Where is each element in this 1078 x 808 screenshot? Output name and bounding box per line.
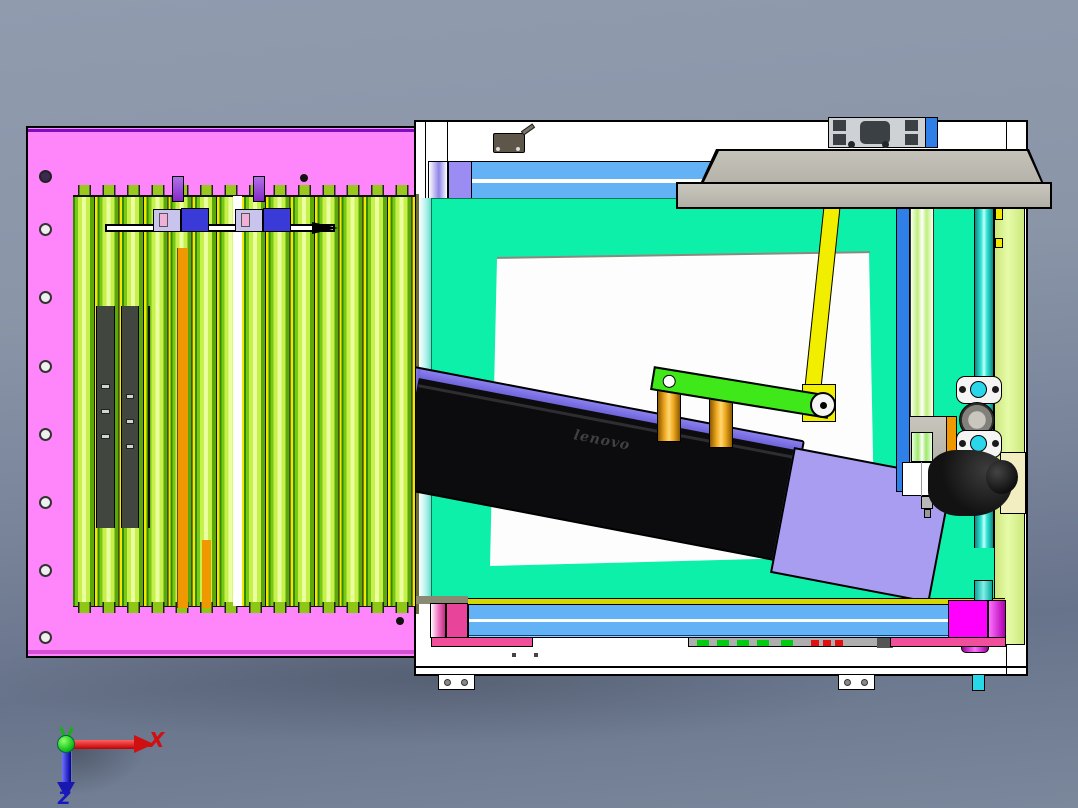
red-led xyxy=(823,640,831,646)
nozzle-divider xyxy=(921,462,922,496)
screw-hole xyxy=(39,170,52,183)
nozzle-tip-end xyxy=(924,509,931,518)
screw-hole xyxy=(39,291,52,304)
extrusion-lug xyxy=(848,141,855,148)
carriage-pink-inner xyxy=(241,213,250,227)
pink-panel-top-edge xyxy=(28,129,414,132)
screw-hole xyxy=(39,631,52,644)
panel-dot xyxy=(300,174,308,182)
z-axis-label: Z xyxy=(58,789,71,808)
screw-hole xyxy=(39,496,52,509)
purple-block xyxy=(448,161,472,201)
slot-fastener xyxy=(101,384,110,389)
foot-bracket xyxy=(438,674,475,690)
screw-hole xyxy=(39,223,52,236)
magenta-gradient xyxy=(988,600,1006,638)
z-axis-shaft xyxy=(62,750,71,782)
carriage-blue xyxy=(263,208,291,232)
speck xyxy=(512,653,516,657)
speck xyxy=(534,653,538,657)
roller-white-gap xyxy=(233,196,242,606)
origin-ball xyxy=(57,735,75,753)
link-hole xyxy=(661,373,677,389)
cyan-peg xyxy=(972,674,985,691)
pale-side-panel xyxy=(994,193,1025,645)
slot-fastener xyxy=(126,444,134,449)
slide-bar xyxy=(105,224,335,232)
orange-strip xyxy=(177,248,188,608)
slot-fastener xyxy=(101,434,110,439)
bottom-blue-bars xyxy=(468,604,950,638)
x-axis-label: X xyxy=(149,728,165,752)
blue-post xyxy=(896,202,910,492)
bearing-screw xyxy=(992,440,999,447)
blade-tip xyxy=(312,222,338,234)
bearing-cyan-bore xyxy=(970,381,987,398)
carriage-pink-inner xyxy=(159,213,168,227)
yellow-tab xyxy=(995,208,1003,220)
green-led xyxy=(757,640,769,646)
cad-viewport: lenovo X Z xyxy=(0,0,1078,808)
extrusion-corner xyxy=(833,134,846,145)
purple-clip xyxy=(253,176,265,202)
dark-slot xyxy=(121,306,139,528)
frame-inner-line-left2 xyxy=(447,122,448,162)
pink-bar xyxy=(890,637,1006,647)
pink-bar xyxy=(431,637,533,647)
laptop-brand: lenovo xyxy=(572,427,632,454)
screw-hole xyxy=(39,564,52,577)
panel-dot xyxy=(396,617,404,625)
elbow-end xyxy=(986,460,1018,494)
foot-screw xyxy=(844,679,851,686)
extrusion-corner xyxy=(833,120,846,131)
teal-cylinder xyxy=(974,580,993,602)
gray-gantry-plate xyxy=(704,151,1041,182)
gold-standoff xyxy=(657,388,681,442)
led-strip xyxy=(688,637,893,648)
carriage-blue xyxy=(181,208,209,232)
slot-fastener xyxy=(126,419,134,424)
magenta-block xyxy=(948,600,988,638)
slot-fastener xyxy=(126,394,134,399)
red-led xyxy=(835,640,843,646)
dark-slot xyxy=(96,306,115,528)
screw-hole xyxy=(39,428,52,441)
green-led xyxy=(737,640,749,646)
yellow-tab xyxy=(995,238,1003,248)
green-led xyxy=(717,640,729,646)
pink-roller-end xyxy=(430,603,446,638)
bearing-screw xyxy=(992,386,999,393)
slot-edge-line xyxy=(148,306,150,528)
pink-block xyxy=(446,603,468,638)
foot-screw xyxy=(461,679,468,686)
sensor-screw xyxy=(516,147,520,151)
orange-strip xyxy=(202,540,211,608)
gold-standoff xyxy=(709,396,733,448)
green-led xyxy=(781,640,793,646)
green-led xyxy=(697,640,709,646)
screw-hole xyxy=(39,360,52,373)
foot-screw xyxy=(444,679,451,686)
nozzle-cylinder xyxy=(911,432,933,462)
frame-inner-line-left xyxy=(425,122,426,200)
extrusion-corner xyxy=(905,134,918,145)
bearing-screw xyxy=(959,440,966,447)
pivot-center xyxy=(820,402,827,409)
bearing-screw xyxy=(959,386,966,393)
frame-bottom-line xyxy=(416,666,1028,668)
roller-tabs-bottom xyxy=(73,602,415,613)
blue-post-top xyxy=(925,117,938,148)
gray-gantry-bar xyxy=(676,182,1052,209)
lavender-gradient-block xyxy=(428,161,448,201)
extrusion-lug xyxy=(882,141,889,148)
purple-clip xyxy=(172,176,184,202)
extrusion-corner xyxy=(905,120,918,131)
sensor-screw xyxy=(496,147,500,151)
slot-fastener xyxy=(101,409,110,414)
foot-screw xyxy=(861,679,868,686)
foot-bracket xyxy=(838,674,875,690)
red-led xyxy=(811,640,819,646)
pink-panel-bottom-edge xyxy=(28,650,414,654)
x-axis-shaft xyxy=(74,740,134,749)
